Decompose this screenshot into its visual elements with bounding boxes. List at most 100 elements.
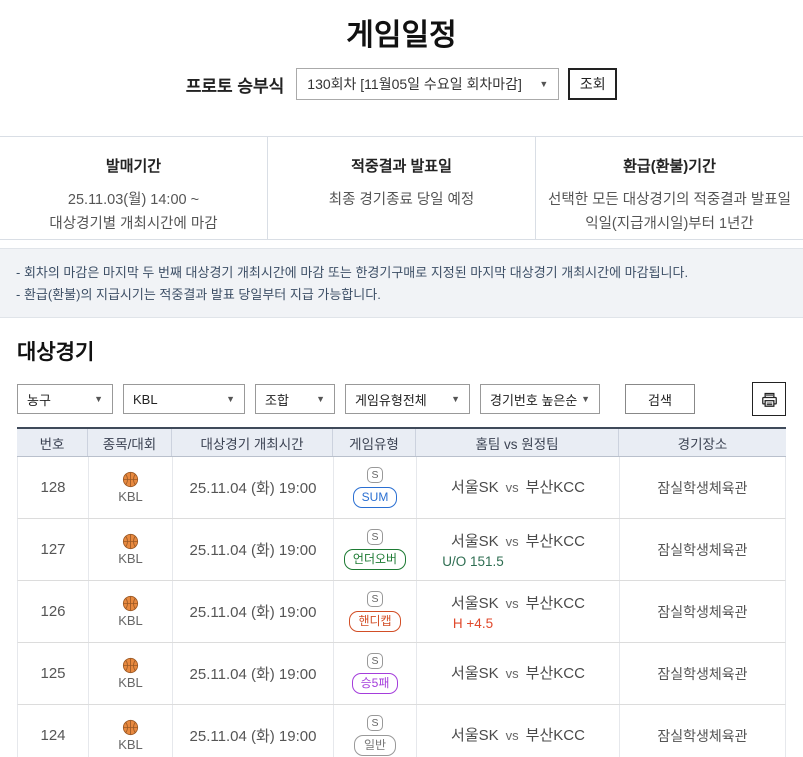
game-time: 25.11.04 (화) 19:00 — [172, 519, 333, 580]
sport-league-cell: KBL — [88, 705, 172, 757]
league-label: KBL — [118, 675, 143, 690]
col-header-teams: 홈팀 vs 원정팀 — [415, 429, 618, 456]
game-type-badge: 일반 — [354, 735, 396, 756]
sport-select[interactable]: 농구 ▼ — [17, 384, 113, 414]
basketball-icon — [122, 471, 139, 488]
search-button[interactable]: 검색 — [625, 384, 695, 414]
game-type-select[interactable]: 게임유형전체 ▼ — [345, 384, 470, 414]
info-box-sale-period: 발매기간 25.11.03(월) 14:00 ~ 대상경기별 개최시간에 마감 — [0, 137, 267, 239]
game-time: 25.11.04 (화) 19:00 — [172, 581, 333, 642]
info-line: 익일(지급개시일)부터 1년간 — [536, 212, 803, 236]
single-purchase-icon: S — [367, 467, 383, 483]
print-button[interactable] — [752, 382, 786, 416]
home-team: 서울SK — [451, 595, 499, 612]
league-select-value: KBL — [133, 392, 158, 407]
line-value: U/O 151.5 — [417, 554, 619, 569]
sport-select-value: 농구 — [27, 390, 51, 409]
info-box-refund-period: 환급(환불)기간 선택한 모든 대상경기의 적중결과 발표일 익일(지급개시일)… — [535, 137, 803, 239]
vs-label: vs — [506, 666, 519, 681]
table-row: 124 KBL 25.11.04 (화) 19:00 S 일반 서울SKvs부산… — [17, 705, 786, 757]
sport-league-cell: KBL — [88, 643, 172, 704]
chevron-down-icon: ▼ — [316, 394, 325, 404]
round-selector-row: 프로토 승부식 130회차 [11월05일 수요일 회차마감] ▼ 조회 — [0, 68, 803, 100]
round-select[interactable]: 130회차 [11월05일 수요일 회차마감] ▼ — [296, 68, 559, 100]
away-team: 부산KCC — [526, 479, 585, 496]
combo-select[interactable]: 조합 ▼ — [255, 384, 335, 414]
matchup: 서울SK vs 부산KCC — [451, 476, 585, 497]
game-type-select-value: 게임유형전체 — [355, 390, 427, 409]
col-header-venue: 경기장소 — [618, 429, 786, 456]
single-purchase-icon: S — [367, 591, 383, 607]
col-header-sport: 종목/대회 — [87, 429, 171, 456]
table-row: 128 KBL 25.11.04 (화) 19:00 S SUM 서울SK vs 부… — [17, 457, 786, 519]
chevron-down-icon: ▼ — [94, 394, 103, 404]
sport-league-cell: KBL — [88, 457, 172, 518]
notice-box: - 회차의 마감은 마지막 두 번째 대상경기 개최시간에 마감 또는 한경기구… — [0, 248, 803, 318]
vs-label: vs — [506, 480, 519, 495]
home-team: 서울SK — [451, 533, 499, 550]
info-title: 적중결과 발표일 — [268, 155, 535, 176]
sport-league-cell: KBL — [88, 581, 172, 642]
matchup: 서울SK vs 부산KCC — [451, 662, 585, 683]
matchup: 서울SKvs부산KCC — [451, 530, 585, 551]
venue: 잠실학생체육관 — [619, 705, 785, 757]
info-title: 발매기간 — [0, 155, 267, 176]
venue: 잠실학생체육관 — [619, 643, 785, 704]
filter-toolbar: 농구 ▼ KBL ▼ 조합 ▼ 게임유형전체 ▼ 경기번호 높은순 ▼ 검색 — [17, 382, 786, 416]
game-type-cell: S SUM — [333, 457, 416, 518]
col-header-type: 게임유형 — [332, 429, 415, 456]
away-team: 부산KCC — [526, 595, 585, 612]
home-team: 서울SK — [451, 479, 499, 496]
game-number: 125 — [18, 643, 88, 704]
basketball-icon — [122, 719, 139, 736]
info-line: 25.11.03(월) 14:00 ~ — [0, 188, 267, 212]
col-header-time: 대상경기 개최시간 — [171, 429, 332, 456]
teams-cell: 서울SKvs부산KCC — [416, 705, 619, 757]
teams-cell: 서울SK vs 부산KCC — [416, 457, 619, 518]
info-box-result-date: 적중결과 발표일 최종 경기종료 당일 예정 — [267, 137, 535, 239]
combo-select-value: 조합 — [265, 390, 289, 409]
vs-label: vs — [506, 728, 519, 743]
sort-select[interactable]: 경기번호 높은순 ▼ — [480, 384, 600, 414]
games-table: 번호 종목/대회 대상경기 개최시간 게임유형 홈팀 vs 원정팀 경기장소 1… — [17, 427, 786, 757]
single-purchase-icon: S — [367, 653, 383, 669]
game-number: 126 — [18, 581, 88, 642]
league-label: KBL — [118, 613, 143, 628]
chevron-down-icon: ▼ — [451, 394, 460, 404]
matchup: 서울SKvs부산KCC — [451, 724, 585, 745]
single-purchase-icon: S — [367, 715, 383, 731]
venue: 잠실학생체육관 — [619, 519, 785, 580]
venue: 잠실학생체육관 — [619, 581, 785, 642]
game-type-badge: SUM — [353, 487, 398, 508]
page-title: 게임일정 — [0, 10, 803, 54]
game-number: 124 — [18, 705, 88, 757]
away-team: 부산KCC — [526, 665, 585, 682]
info-title: 환급(환불)기간 — [536, 155, 803, 176]
inquiry-button[interactable]: 조회 — [568, 68, 617, 100]
game-type-cell: S 일반 — [333, 705, 416, 757]
chevron-down-icon: ▼ — [226, 394, 235, 404]
game-number: 128 — [18, 457, 88, 518]
round-info-strip: 발매기간 25.11.03(월) 14:00 ~ 대상경기별 개최시간에 마감 … — [0, 136, 803, 240]
game-time: 25.11.04 (화) 19:00 — [172, 705, 333, 757]
teams-cell: 서울SK vs 부산KCC — [416, 643, 619, 704]
game-type-cell: S 언더오버 — [333, 519, 416, 580]
table-row: 125 KBL 25.11.04 (화) 19:00 S 승5패 서울SKvs부… — [17, 643, 786, 705]
league-label: KBL — [118, 489, 143, 504]
notice-line: - 회차의 마감은 마지막 두 번째 대상경기 개최시간에 마감 또는 한경기구… — [16, 262, 787, 284]
game-type-badge: 언더오버 — [344, 549, 406, 570]
game-time: 25.11.04 (화) 19:00 — [172, 457, 333, 518]
notice-line: - 환급(환불)의 지급시기는 적중결과 발표 당일부터 지급 가능합니다. — [16, 284, 787, 306]
league-select[interactable]: KBL ▼ — [123, 384, 245, 414]
table-header-row: 번호 종목/대회 대상경기 개최시간 게임유형 홈팀 vs 원정팀 경기장소 — [17, 427, 786, 457]
away-team: 부산KCC — [526, 727, 585, 744]
game-type-cell: S 핸디캡 — [333, 581, 416, 642]
teams-cell: 서울SKvs부산KCC U/O 151.5 — [416, 519, 619, 580]
info-line: 최종 경기종료 당일 예정 — [268, 188, 535, 212]
game-type-cell: S 승5패 — [333, 643, 416, 704]
home-team: 서울SK — [451, 665, 499, 682]
basketball-icon — [122, 595, 139, 612]
round-selector-label: 프로토 승부식 — [186, 72, 285, 97]
league-label: KBL — [118, 551, 143, 566]
line-value: H +4.5 — [417, 616, 619, 631]
